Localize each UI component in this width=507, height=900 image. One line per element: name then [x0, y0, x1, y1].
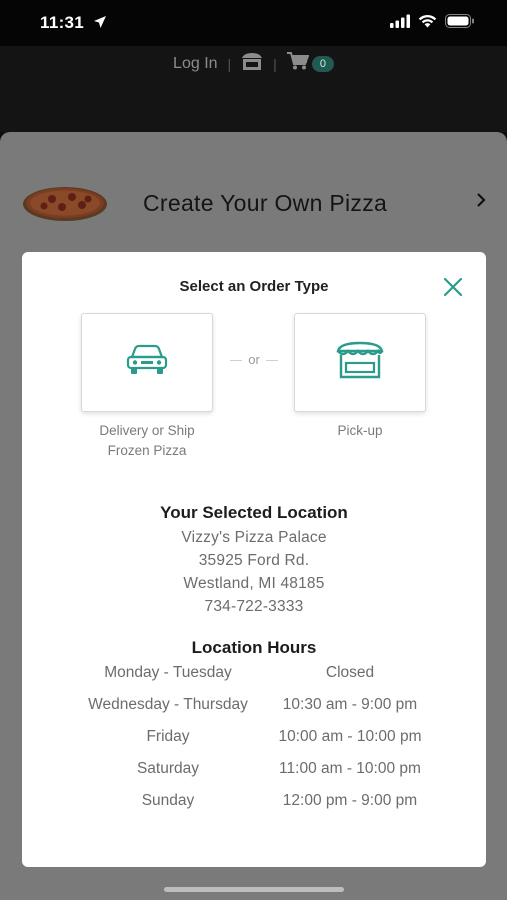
menu-item-row[interactable]: Create Your Own Pizza	[0, 168, 507, 238]
hours-day: Wednesday - Thursday	[88, 696, 248, 713]
hours-time: Closed	[325, 664, 375, 681]
header-separator: |	[227, 55, 232, 72]
location-street: 35925 Ford Rd.	[198, 552, 310, 569]
storefront-icon	[334, 341, 386, 384]
pickup-label-line1: Pick-up	[337, 423, 383, 438]
battery-icon	[445, 14, 475, 33]
signal-icon	[390, 14, 410, 33]
wifi-icon	[418, 14, 437, 33]
cart-icon	[286, 52, 310, 75]
location-name: Vizzy's Pizza Palace	[181, 529, 327, 546]
chevron-right-icon	[475, 192, 487, 213]
delivery-label-line2: Frozen Pizza	[107, 443, 187, 458]
hours-day: Friday	[146, 728, 190, 745]
hours-row: Sunday 12:00 pm - 9:00 pm	[22, 792, 486, 814]
delivery-label-line1: Delivery or Ship	[99, 423, 195, 438]
close-icon	[442, 277, 464, 302]
hours-day: Monday - Tuesday	[104, 664, 232, 681]
location-phone[interactable]: 734-722-3333	[22, 598, 486, 616]
hours-day: Sunday	[141, 792, 195, 809]
store-icon[interactable]	[241, 52, 263, 75]
location-arrow-icon	[93, 15, 107, 34]
pizza-image	[22, 184, 108, 222]
app-header: Log In | | 0	[0, 46, 507, 132]
delivery-option-button[interactable]	[81, 313, 213, 412]
hours-time: 10:30 am - 9:00 pm	[282, 696, 418, 713]
pickup-option-button[interactable]	[294, 313, 426, 412]
close-button[interactable]	[442, 276, 464, 298]
hours-row: Wednesday - Thursday 10:30 am - 9:00 pm	[22, 696, 486, 718]
home-indicator[interactable]	[164, 887, 344, 892]
hours-row: Saturday 11:00 am - 10:00 pm	[22, 760, 486, 782]
or-divider: or	[228, 352, 280, 367]
order-type-modal: Select an Order Type or Delivery or Ship…	[22, 252, 486, 867]
hours-time: 12:00 pm - 9:00 pm	[282, 792, 418, 809]
location-hours-heading: Location Hours	[191, 638, 317, 657]
hours-day: Saturday	[136, 760, 200, 777]
location-city: Westland, MI 48185	[183, 575, 325, 592]
cart-count-badge: 0	[311, 55, 334, 72]
delivery-option-label: Delivery or Ship Frozen Pizza	[62, 421, 232, 461]
car-icon	[125, 344, 169, 381]
selected-location-heading: Your Selected Location	[160, 503, 348, 522]
login-link[interactable]: Log In	[173, 55, 217, 73]
status-bar: 11:31	[0, 0, 507, 46]
hours-time: 11:00 am - 10:00 pm	[279, 760, 421, 777]
modal-title: Select an Order Type	[179, 278, 329, 295]
hours-time: 10:00 am - 10:00 pm	[278, 728, 422, 745]
status-time: 11:31	[40, 13, 85, 32]
header-separator-2: |	[273, 55, 277, 72]
pickup-option-label: Pick-up	[275, 421, 445, 441]
menu-item-title: Create Your Own Pizza	[143, 190, 388, 216]
hours-row: Monday - Tuesday Closed	[22, 664, 486, 686]
cart-button[interactable]: 0	[286, 52, 334, 75]
hours-row: Friday 10:00 am - 10:00 pm	[22, 728, 486, 750]
